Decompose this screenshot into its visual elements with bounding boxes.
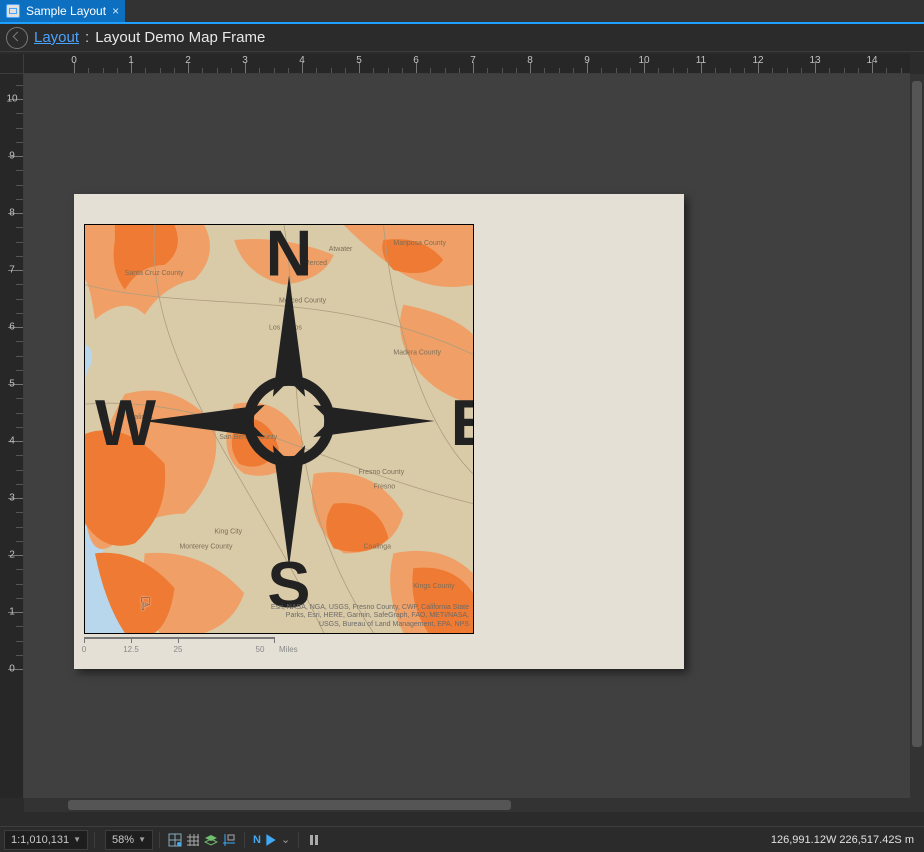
grid-icon bbox=[186, 833, 200, 847]
ruler-h-label: 2 bbox=[185, 55, 191, 66]
guides-icon bbox=[222, 833, 236, 847]
status-separator bbox=[244, 832, 245, 848]
ruler-v-label: 3 bbox=[2, 493, 22, 504]
ruler-h-label: 13 bbox=[809, 55, 820, 66]
map-scale-value: 1:1,010,131 bbox=[11, 834, 69, 846]
ruler-v-label: 8 bbox=[2, 208, 22, 219]
ruler-v-label: 1 bbox=[2, 607, 22, 618]
breadcrumb-layout-link[interactable]: Layout bbox=[34, 29, 79, 46]
scale-bar: 0 12.5 25 50 Miles bbox=[84, 637, 364, 661]
snap-icon bbox=[168, 833, 182, 847]
svg-text:W: W bbox=[95, 386, 156, 459]
breadcrumb-frame-name: Layout Demo Map Frame bbox=[95, 29, 265, 46]
scalebar-unit: Miles bbox=[279, 645, 298, 654]
ruler-h-label: 4 bbox=[299, 55, 305, 66]
layout-tab[interactable]: Sample Layout × bbox=[0, 0, 125, 22]
pause-drawing-button[interactable] bbox=[305, 831, 323, 849]
ruler-h-label: 14 bbox=[866, 55, 877, 66]
north-label: N bbox=[253, 834, 261, 846]
scalebar-label: 12.5 bbox=[123, 645, 139, 654]
ruler-v-label: 7 bbox=[2, 265, 22, 276]
ruler-h-label: 0 bbox=[71, 55, 77, 66]
ruler-horizontal[interactable]: 0123456789101112131415 bbox=[24, 54, 910, 74]
vertical-scrollbar[interactable] bbox=[910, 74, 924, 798]
ruler-h-label: 6 bbox=[413, 55, 419, 66]
breadcrumb-bar: Layout : Layout Demo Map Frame bbox=[0, 24, 924, 52]
ruler-h-label: 11 bbox=[696, 55, 706, 66]
zoom-field[interactable]: 58% ▼ bbox=[105, 830, 153, 850]
scroll-corner bbox=[910, 798, 924, 812]
coordinate-readout: 126,991.12W 226,517.42S m bbox=[771, 834, 914, 846]
tab-strip: Sample Layout × bbox=[0, 0, 924, 24]
north-button[interactable]: N ⌄ bbox=[251, 831, 292, 849]
close-tab-icon[interactable]: × bbox=[112, 5, 119, 17]
ruler-h-label: 3 bbox=[242, 55, 248, 66]
ruler-v-label: 9 bbox=[2, 151, 22, 162]
ruler-h-label: 9 bbox=[584, 55, 590, 66]
ruler-v-label: 0 bbox=[2, 664, 22, 675]
horizontal-scroll-thumb[interactable] bbox=[68, 800, 511, 810]
ruler-v-label: 10 bbox=[2, 94, 22, 105]
ruler-v-label: 2 bbox=[2, 550, 22, 561]
workspace: 0123456789101112131415 109876543210 bbox=[0, 54, 924, 812]
ruler-v-label: 4 bbox=[2, 436, 22, 447]
ruler-v-label: 6 bbox=[2, 322, 22, 333]
layout-page[interactable]: Merced Atwater Mariposa County Merced Co… bbox=[74, 194, 684, 669]
scalebar-label: 25 bbox=[174, 645, 183, 654]
ruler-h-label: 1 bbox=[128, 55, 134, 66]
horizontal-scrollbar[interactable] bbox=[24, 798, 910, 812]
grid-button[interactable] bbox=[184, 831, 202, 849]
layers-icon bbox=[204, 833, 218, 847]
layout-tab-icon bbox=[6, 4, 20, 18]
map-scale-field[interactable]: 1:1,010,131 ▼ bbox=[4, 830, 88, 850]
ruler-h-label: 5 bbox=[356, 55, 362, 66]
ruler-h-label: 7 bbox=[470, 55, 476, 66]
vertical-scroll-thumb[interactable] bbox=[912, 81, 922, 747]
layout-canvas[interactable]: Merced Atwater Mariposa County Merced Co… bbox=[24, 74, 910, 798]
toggle-snap-button[interactable] bbox=[166, 831, 184, 849]
status-bar: 1:1,010,131 ▼ 58% ▼ bbox=[0, 826, 924, 852]
guides-button[interactable] bbox=[220, 831, 238, 849]
map-frame[interactable]: Merced Atwater Mariposa County Merced Co… bbox=[84, 224, 474, 634]
ruler-v-label: 5 bbox=[2, 379, 22, 390]
back-button[interactable] bbox=[6, 27, 28, 49]
pause-icon bbox=[307, 833, 321, 847]
arrow-right-icon bbox=[264, 833, 278, 847]
ruler-h-label: 12 bbox=[752, 55, 763, 66]
layout-tab-title: Sample Layout bbox=[26, 4, 106, 18]
status-separator bbox=[159, 832, 160, 848]
layers-button[interactable] bbox=[202, 831, 220, 849]
ruler-h-label: 10 bbox=[638, 55, 649, 66]
dropdown-icon: ▼ bbox=[138, 835, 146, 844]
status-separator bbox=[94, 832, 95, 848]
ruler-corner bbox=[0, 54, 24, 74]
ruler-h-label: 8 bbox=[527, 55, 533, 66]
breadcrumb-separator: : bbox=[85, 29, 89, 46]
svg-text:E: E bbox=[451, 386, 474, 459]
status-separator bbox=[298, 832, 299, 848]
map-attribution: Esri, NASA, NGA, USGS, Fresno County, CW… bbox=[269, 604, 469, 629]
scalebar-label: 0 bbox=[82, 645, 86, 654]
svg-text:N: N bbox=[266, 224, 313, 290]
compass-north-arrow: N E S W bbox=[95, 224, 474, 625]
ruler-vertical[interactable]: 109876543210 bbox=[0, 74, 24, 798]
scalebar-label: 50 bbox=[256, 645, 265, 654]
zoom-value: 58% bbox=[112, 834, 134, 846]
dropdown-icon: ⌄ bbox=[281, 833, 290, 846]
dropdown-icon: ▼ bbox=[73, 835, 81, 844]
